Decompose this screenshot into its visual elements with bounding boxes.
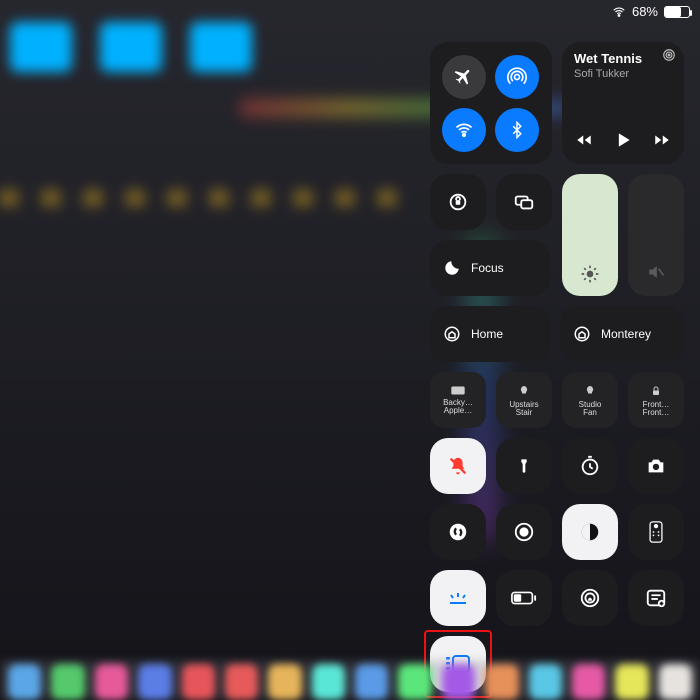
connectivity-group[interactable] — [430, 42, 552, 164]
timer-icon — [579, 455, 601, 477]
quick-note-button[interactable] — [628, 570, 684, 626]
media-track-title: Wet Tennis — [574, 52, 642, 66]
dock-app[interactable] — [355, 664, 388, 700]
wifi-icon — [612, 5, 626, 19]
dock-app[interactable] — [95, 664, 128, 700]
accessory-tile[interactable]: UpstairsStair — [496, 372, 552, 428]
apple-tv-remote-button[interactable] — [628, 504, 684, 560]
airdrop-toggle[interactable] — [495, 55, 539, 99]
battery-icon — [664, 6, 690, 18]
moon-icon — [443, 259, 461, 277]
home-icon — [573, 325, 591, 343]
volume-slider[interactable] — [628, 174, 684, 296]
screen-mirror-icon — [513, 191, 535, 213]
darkmode-icon — [579, 521, 601, 543]
airplane-mode-toggle[interactable] — [442, 55, 486, 99]
screen-mirroring-button[interactable] — [496, 174, 552, 230]
accessories-row: Backy…Apple… UpstairsStair StudioFan Fro… — [430, 372, 684, 428]
dock — [0, 660, 700, 700]
accessory-tile[interactable]: Backy…Apple… — [430, 372, 486, 428]
media-controls[interactable]: Wet Tennis Sofi Tukker — [562, 42, 684, 164]
keyboard-brightness-icon — [446, 589, 470, 607]
bell-slash-icon — [447, 455, 469, 477]
record-icon — [513, 521, 535, 543]
brightness-icon — [580, 264, 600, 284]
orientation-lock-button[interactable] — [430, 174, 486, 230]
focus-label: Focus — [471, 261, 504, 275]
focus-button[interactable]: Focus — [430, 240, 550, 296]
shazam-icon — [447, 521, 469, 543]
dock-app[interactable] — [659, 664, 692, 700]
low-power-button[interactable] — [496, 570, 552, 626]
bluetooth-toggle[interactable] — [495, 108, 539, 152]
silent-mode-button[interactable] — [430, 438, 486, 494]
dock-app[interactable] — [51, 664, 84, 700]
wifi-icon — [454, 120, 474, 140]
mute-icon — [646, 262, 666, 282]
control-center: Wet Tennis Sofi Tukker Focus — [430, 42, 684, 692]
prev-track-button[interactable] — [575, 131, 593, 149]
dock-app[interactable] — [138, 664, 171, 700]
airplay-icon — [662, 48, 676, 62]
dock-app[interactable] — [485, 664, 518, 700]
remote-icon — [649, 521, 663, 543]
next-track-button[interactable] — [653, 131, 671, 149]
rotation-lock-icon — [447, 191, 469, 213]
lightbulb-icon — [584, 384, 596, 398]
play-button[interactable] — [613, 130, 633, 150]
dock-app[interactable] — [268, 664, 301, 700]
flashlight-button[interactable] — [496, 438, 552, 494]
brightness-slider[interactable] — [562, 174, 618, 296]
homekit-icon — [579, 587, 601, 609]
battery-percent: 68% — [632, 4, 658, 19]
lock-icon — [650, 384, 662, 398]
home-icon — [443, 325, 461, 343]
appletv-icon — [450, 385, 466, 396]
lightbulb-icon — [518, 384, 530, 398]
dock-app[interactable] — [312, 664, 345, 700]
dock-app[interactable] — [182, 664, 215, 700]
shazam-button[interactable] — [430, 504, 486, 560]
keyboard-brightness-button[interactable] — [430, 570, 486, 626]
home-room-button[interactable]: Monterey — [560, 306, 684, 362]
home-label: Home — [471, 327, 503, 341]
dock-app[interactable] — [8, 664, 41, 700]
home-button[interactable]: Home — [430, 306, 550, 362]
camera-button[interactable] — [628, 438, 684, 494]
dock-app[interactable] — [615, 664, 648, 700]
note-icon — [645, 587, 667, 609]
dock-app[interactable] — [442, 664, 475, 700]
flashlight-icon — [516, 455, 532, 477]
media-artist: Sofi Tukker — [574, 68, 642, 80]
screen-record-button[interactable] — [496, 504, 552, 560]
airplane-icon — [454, 67, 474, 87]
wifi-toggle[interactable] — [442, 108, 486, 152]
timer-button[interactable] — [562, 438, 618, 494]
dock-app[interactable] — [225, 664, 258, 700]
battery-icon — [511, 591, 537, 605]
dark-mode-button[interactable] — [562, 504, 618, 560]
accessory-tile[interactable]: StudioFan — [562, 372, 618, 428]
accessory-tile[interactable]: Front…Front… — [628, 372, 684, 428]
bluetooth-icon — [508, 121, 526, 139]
status-bar: 68% — [612, 4, 690, 19]
dock-app[interactable] — [529, 664, 562, 700]
camera-icon — [645, 455, 667, 477]
home-room-label: Monterey — [601, 327, 651, 341]
dock-app[interactable] — [398, 664, 431, 700]
airdrop-icon — [507, 67, 527, 87]
homekit-button[interactable] — [562, 570, 618, 626]
dock-app[interactable] — [572, 664, 605, 700]
